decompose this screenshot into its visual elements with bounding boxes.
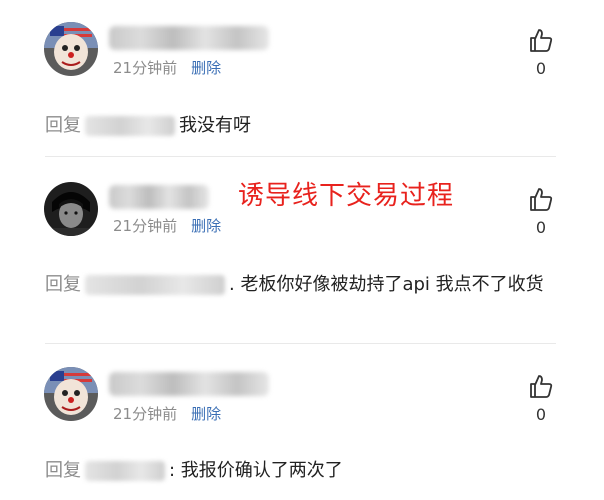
reply-prefix[interactable]: 回复 — [45, 274, 81, 295]
reply-body: . 老板你好像被劫持了api 我点不了收货 — [229, 274, 544, 295]
username-redacted — [109, 185, 209, 209]
username-redacted — [109, 26, 269, 50]
avatar[interactable] — [44, 182, 98, 236]
like-button[interactable]: 0 — [524, 186, 558, 237]
like-button[interactable]: 0 — [524, 27, 558, 78]
timestamp: 21分钟前 — [113, 59, 178, 77]
reply-prefix[interactable]: 回复 — [45, 115, 81, 136]
divider — [45, 343, 556, 344]
like-count: 0 — [535, 405, 547, 424]
like-count: 0 — [535, 218, 547, 237]
thumbs-up-icon — [530, 29, 553, 52]
annotation-text: 诱导线下交易过程 — [238, 181, 455, 211]
like-button[interactable]: 0 — [524, 373, 558, 424]
reply-target-redacted — [85, 275, 225, 295]
divider — [45, 156, 556, 157]
comment-meta: 21分钟前 删除 — [113, 57, 221, 78]
avatar[interactable] — [44, 367, 98, 421]
delete-link[interactable]: 删除 — [191, 59, 221, 77]
reply-target-redacted — [85, 116, 175, 136]
reply-body: : 我报价确认了两次了 — [169, 460, 343, 481]
timestamp: 21分钟前 — [113, 217, 178, 235]
like-count: 0 — [535, 59, 547, 78]
reply-target-redacted — [85, 461, 165, 481]
reply-text: 回复 : 我报价确认了两次了 — [45, 456, 556, 485]
delete-link[interactable]: 删除 — [191, 405, 221, 423]
username-redacted — [109, 372, 269, 396]
thumbs-up-icon — [530, 375, 553, 398]
timestamp: 21分钟前 — [113, 405, 178, 423]
reply-text: 回复 . 老板你好像被劫持了api 我点不了收货 — [45, 270, 556, 299]
comment-meta: 21分钟前 删除 — [113, 403, 221, 424]
thumbs-up-icon — [530, 188, 553, 211]
reply-body: 我没有呀 — [179, 115, 251, 136]
reply-prefix[interactable]: 回复 — [45, 460, 81, 481]
reply-text: 回复 我没有呀 — [45, 111, 556, 140]
delete-link[interactable]: 删除 — [191, 217, 221, 235]
comment-meta: 21分钟前 删除 — [113, 215, 221, 236]
avatar[interactable] — [44, 22, 98, 76]
